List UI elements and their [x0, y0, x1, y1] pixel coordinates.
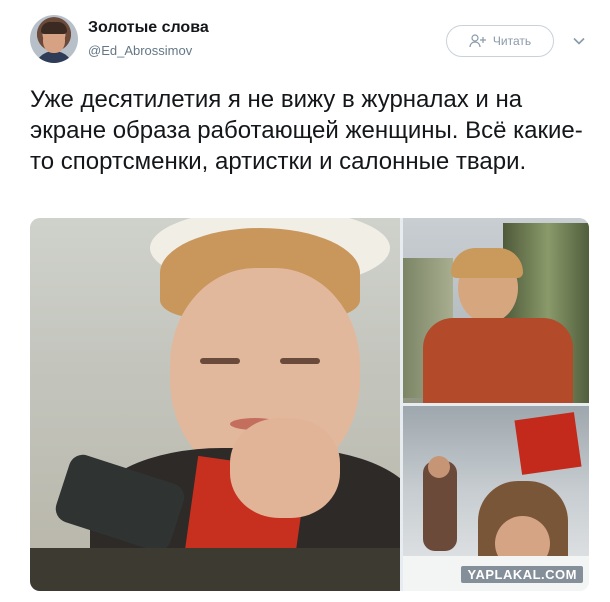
- photo-winter-red-flag[interactable]: YAPLAKAL.COM: [403, 406, 589, 591]
- right-eye: [280, 358, 320, 364]
- photo-woman-at-work[interactable]: [30, 218, 400, 591]
- red-flag: [514, 412, 582, 475]
- tweet-text: Уже десятилетия я не вижу в журналах и н…: [30, 86, 583, 175]
- workbench: [30, 548, 400, 591]
- left-eye: [200, 358, 240, 364]
- follow-button[interactable]: Читать: [446, 25, 554, 57]
- username[interactable]: @Ed_Abrossimov: [88, 43, 192, 58]
- photo-girl-in-cornfield[interactable]: [403, 218, 589, 403]
- hand: [230, 418, 340, 518]
- media-grid: YAPLAKAL.COM: [30, 218, 589, 591]
- person-plus-icon: [469, 34, 486, 48]
- avatar-hair: [41, 22, 67, 34]
- tweet-card: Золотые слова @Ed_Abrossimov Читать Уже …: [0, 0, 610, 602]
- chevron-down-icon[interactable]: [572, 34, 586, 48]
- girl-hair: [451, 248, 523, 278]
- display-name[interactable]: Золотые слова: [88, 19, 209, 37]
- walker-head: [428, 456, 450, 478]
- avatar[interactable]: [30, 15, 78, 63]
- follow-label: Читать: [492, 34, 532, 48]
- watermark: YAPLAKAL.COM: [461, 566, 583, 583]
- red-jacket: [423, 318, 573, 403]
